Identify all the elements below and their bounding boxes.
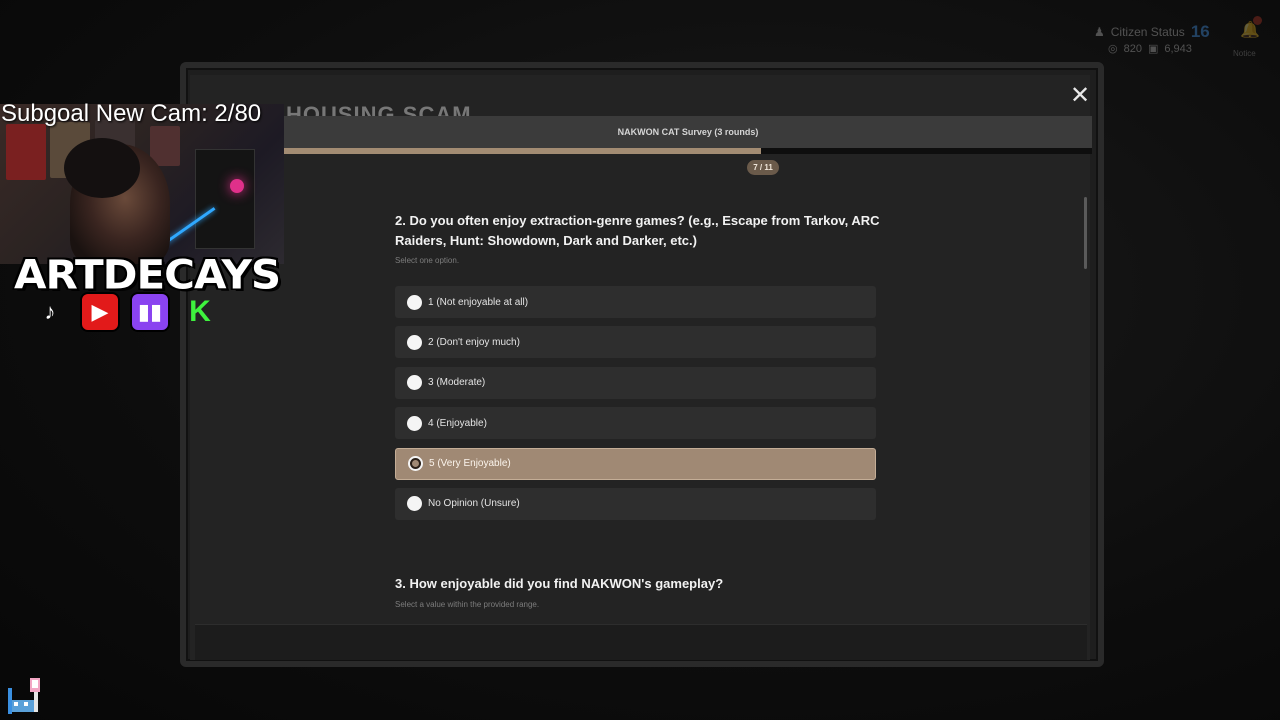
close-button[interactable]: ✕ <box>1068 84 1092 108</box>
radio-button[interactable] <box>407 415 422 431</box>
progress-counter: 7 / 11 <box>747 160 779 175</box>
webcam-feed <box>0 104 284 264</box>
survey-progress-fill <box>284 148 761 154</box>
citizen-status-label: Citizen Status <box>1110 25 1185 39</box>
wall-poster <box>6 124 46 180</box>
currency-row: ◎ 820 ▣ 6,943 <box>1108 42 1192 56</box>
answer-option-label: 1 (Not enjoyable at all) <box>428 296 529 308</box>
youtube-icon: ▶ <box>80 292 120 332</box>
pc-tower <box>195 149 255 249</box>
close-icon[interactable]: ✕ <box>1070 84 1090 108</box>
survey-title: NAKWON CAT Survey (3 rounds) <box>617 127 759 137</box>
tiktok-icon: ♪ <box>44 299 56 324</box>
coin-icon: ◎ <box>1108 43 1118 55</box>
twitch-icon: ▮▮ <box>130 292 170 332</box>
radio-button[interactable] <box>407 294 422 310</box>
answer-option-4[interactable]: 4 (Enjoyable) <box>395 407 876 440</box>
answer-option-label: 2 (Don't enjoy much) <box>428 336 520 348</box>
answer-option-3[interactable]: 3 (Moderate) <box>395 366 876 399</box>
answer-option-1[interactable]: 1 (Not enjoyable at all) <box>395 286 876 318</box>
radio-button[interactable] <box>408 456 423 472</box>
question-title: 2. Do you often enjoy extraction-genre g… <box>395 213 880 248</box>
cash-icon: ▣ <box>1147 43 1159 55</box>
scrollbar-thumb[interactable] <box>1084 197 1087 269</box>
answer-option-label: 5 (Very Enjoyable) <box>429 458 511 470</box>
notification-badge <box>1253 16 1262 25</box>
question-hint: Select one option. <box>395 256 460 265</box>
citizen-status-row: ♟ Citizen Status 16 <box>1094 22 1210 42</box>
answer-options: 1 (Not enjoyable at all) 2 (Don't enjoy … <box>395 286 876 528</box>
social-links: ♪ ▶ ▮▮ K <box>30 292 220 332</box>
kick-icon: K <box>189 295 211 328</box>
answer-option-label: 4 (Enjoyable) <box>428 417 487 429</box>
rgb-light <box>230 179 244 193</box>
answer-option-2[interactable]: 2 (Don't enjoy much) <box>395 326 876 359</box>
answer-option-label: No Opinion (Unsure) <box>428 498 520 510</box>
survey-progress-bar <box>284 148 1092 154</box>
notifications-label: Notice <box>1233 49 1256 58</box>
citizen-status-hud: ♟ Citizen Status 16 ◎ 820 ▣ 6,943 🔔 Noti… <box>1090 16 1270 65</box>
currency-b-value: 6,943 <box>1164 42 1192 55</box>
streamer-hair <box>64 138 140 198</box>
radio-button[interactable] <box>407 375 422 391</box>
modal-footer <box>195 624 1087 660</box>
answer-option-label: 3 (Moderate) <box>428 377 486 389</box>
radio-button[interactable] <box>407 334 422 350</box>
survey-header: NAKWON CAT Survey (3 rounds) <box>284 116 1092 148</box>
next-question-title: 3. How enjoyable did you find NAKWON's g… <box>395 576 724 591</box>
subgoal-text: Subgoal New Cam: 2/80 <box>1 100 262 127</box>
answer-option-no-opinion[interactable]: No Opinion (Unsure) <box>395 487 876 520</box>
currency-a-value: 820 <box>1123 42 1142 55</box>
citizen-icon: ♟ <box>1094 25 1105 39</box>
radio-button[interactable] <box>407 496 422 512</box>
answer-option-5[interactable]: 5 (Very Enjoyable) <box>395 447 876 480</box>
streamer-brand: ARTDECAYS <box>14 251 281 298</box>
pixel-mascot-icon <box>8 678 40 714</box>
citizen-level: 16 <box>1190 22 1210 41</box>
next-question-hint: Select a value within the provided range… <box>395 600 540 609</box>
